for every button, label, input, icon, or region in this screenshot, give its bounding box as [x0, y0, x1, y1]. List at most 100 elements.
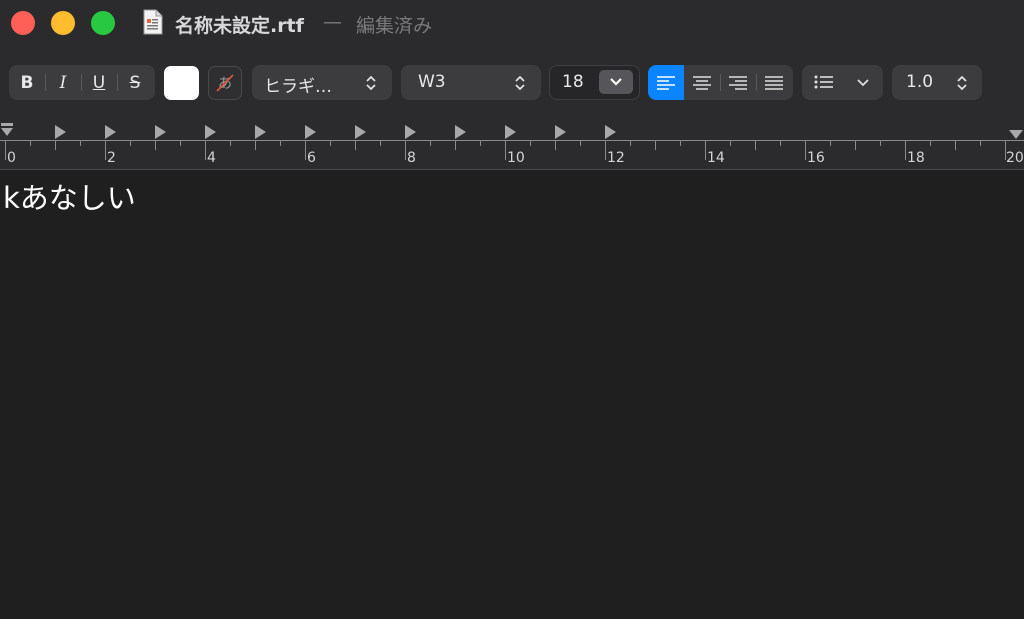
ruler-minor-tick: [930, 140, 931, 146]
ruler-minor-tick: [780, 140, 781, 146]
ruler-minor-tick: [855, 140, 856, 150]
tab-stop-marker[interactable]: [255, 125, 267, 139]
ruler-minor-tick: [130, 140, 131, 146]
ruler-minor-tick: [455, 140, 456, 150]
chevron-down-icon: [857, 79, 869, 87]
list-style-popup[interactable]: [802, 65, 883, 100]
font-family-value: ヒラギ…: [264, 77, 332, 97]
up-down-chevron-icon: [366, 75, 376, 91]
line-spacing-popup[interactable]: 1.0: [892, 65, 982, 100]
format-toolbar: B I U S あ ヒラギ… W3 18: [0, 52, 1024, 114]
ruler-label: 8: [407, 150, 416, 166]
minimize-window-button[interactable]: [51, 11, 75, 35]
bullet-list-icon: [814, 75, 833, 89]
ruler-minor-tick: [230, 140, 231, 146]
ruler-minor-tick: [830, 140, 831, 146]
tab-stop-marker[interactable]: [405, 125, 417, 139]
zoom-window-button[interactable]: [91, 11, 115, 35]
bold-button[interactable]: B: [9, 65, 45, 100]
font-weight-popup[interactable]: W3: [401, 65, 541, 100]
ruler-major-tick: [5, 140, 6, 160]
tab-stop-marker[interactable]: [555, 125, 567, 139]
font-family-popup[interactable]: ヒラギ…: [252, 65, 392, 100]
ruler-major-tick: [105, 140, 106, 160]
tab-stop-marker[interactable]: [505, 125, 517, 139]
tab-stop-marker[interactable]: [105, 125, 117, 139]
ruler-minor-tick: [655, 140, 656, 150]
tab-stop-marker[interactable]: [455, 125, 467, 139]
ruler-minor-tick: [80, 140, 81, 146]
ruler-label: 2: [107, 150, 116, 166]
ruler-minor-tick: [630, 140, 631, 146]
ruler-label: 12: [607, 150, 625, 166]
tab-stop-marker[interactable]: [155, 125, 167, 139]
ruler-minor-tick: [555, 140, 556, 150]
ruler-major-tick: [405, 140, 406, 160]
no-highlight-icon: あ: [216, 74, 234, 92]
italic-button[interactable]: I: [45, 65, 81, 100]
highlight-color-button[interactable]: あ: [208, 66, 242, 100]
justify-button[interactable]: [756, 65, 792, 100]
ruler-baseline: [0, 140, 1024, 141]
left-indent-marker-icon[interactable]: [0, 122, 14, 142]
ruler-minor-tick: [180, 140, 181, 146]
font-weight-value: W3: [418, 72, 446, 92]
title-bar: 名称未設定.rtf — 編集済み: [0, 0, 1024, 52]
document-area[interactable]: kあなしい: [0, 170, 1024, 619]
ruler-label: 18: [907, 150, 925, 166]
font-size-dropdown-button[interactable]: [599, 70, 633, 94]
ruler-label: 16: [807, 150, 825, 166]
ruler-major-tick: [805, 140, 806, 160]
font-size-value[interactable]: 18: [562, 72, 584, 92]
up-down-chevron-icon: [957, 75, 967, 91]
text-style-group: B I U S: [9, 65, 155, 100]
chevron-down-icon: [610, 78, 622, 86]
ruler-minor-tick: [755, 140, 756, 150]
ruler-major-tick: [905, 140, 906, 160]
document-text[interactable]: kあなしい: [3, 175, 136, 217]
ruler-minor-tick: [680, 140, 681, 146]
tab-stop-marker[interactable]: [205, 125, 217, 139]
ruler-label: 6: [307, 150, 316, 166]
ruler-major-tick: [705, 140, 706, 160]
line-spacing-value: 1.0: [906, 72, 934, 92]
ruler-major-tick: [305, 140, 306, 160]
align-center-icon: [693, 75, 711, 90]
ruler-major-tick: [205, 140, 206, 160]
underline-button[interactable]: U: [81, 65, 117, 100]
ruler-minor-tick: [30, 140, 31, 146]
ruler-minor-tick: [280, 140, 281, 146]
ruler-label: 14: [707, 150, 725, 166]
text-color-well[interactable]: [164, 66, 199, 100]
right-indent-marker-icon[interactable]: [1008, 128, 1024, 140]
ruler-minor-tick: [155, 140, 156, 150]
align-left-button[interactable]: [648, 65, 684, 100]
ruler-major-tick: [505, 140, 506, 160]
tab-stop-marker[interactable]: [605, 125, 617, 139]
strikethrough-button[interactable]: S: [117, 65, 153, 100]
ruler-minor-tick: [730, 140, 731, 146]
rtf-document-icon[interactable]: [142, 9, 164, 35]
ruler-minor-tick: [530, 140, 531, 146]
ruler-label: 0: [7, 150, 16, 166]
tab-stop-marker[interactable]: [305, 125, 317, 139]
ruler-minor-tick: [980, 140, 981, 146]
close-window-button[interactable]: [11, 11, 35, 35]
font-size-combo[interactable]: 18: [549, 65, 640, 100]
ruler-minor-tick: [480, 140, 481, 146]
tab-stop-marker[interactable]: [55, 125, 67, 139]
align-center-button[interactable]: [684, 65, 720, 100]
edited-status: 編集済み: [356, 15, 433, 37]
title-separator: —: [323, 11, 342, 33]
ruler-label: 10: [507, 150, 525, 166]
alignment-group: [648, 65, 793, 100]
ruler-minor-tick: [580, 140, 581, 146]
ruler-label: 20: [1006, 150, 1024, 166]
align-right-button[interactable]: [720, 65, 756, 100]
ruler-minor-tick: [55, 140, 56, 150]
window-title: 名称未設定.rtf: [175, 15, 304, 37]
ruler-minor-tick: [880, 140, 881, 146]
ruler[interactable]: 0 2 4 6 8 10 12 14 16 18 20: [0, 114, 1024, 170]
align-right-icon: [729, 75, 747, 90]
tab-stop-marker[interactable]: [355, 125, 367, 139]
